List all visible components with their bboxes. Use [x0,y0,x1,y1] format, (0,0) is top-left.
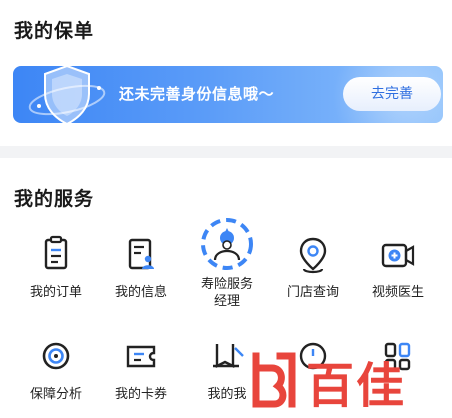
shield-icon [28,66,106,123]
service-label: 我的卡券 [114,387,167,402]
service-manager-avatar [201,218,253,270]
service-label: 寿险服务经理 [200,277,253,309]
baijia-logo: 百佳 [252,352,406,414]
service-label: 门店查询 [286,285,339,300]
personal-info-icon [128,238,154,270]
service-my-info[interactable]: 我的信息 [98,232,184,301]
service-coverage-analysis[interactable]: 保障分析 [13,334,99,403]
service-my-orders[interactable]: 我的订单 [13,232,99,301]
video-doctor-icon [381,243,415,268]
order-icon [44,235,68,270]
location-pin-icon [299,237,327,274]
svg-text:百佳: 百佳 [306,358,406,414]
service-label: 我的信息 [114,285,167,300]
banner-text: 还未完善身份信息哦～ [119,85,275,103]
service-label: 视频医生 [371,285,424,300]
policy-section: 我的保单 还未完善身份信息哦～ 去完善 [0,0,452,146]
service-my-coupons[interactable]: 我的卡券 [98,334,184,403]
service-label: 保障分析 [29,387,82,402]
service-life-insurance-manager[interactable]: 寿险服务经理 [184,216,270,310]
services-title: 我的服务 [14,188,95,210]
service-store-search[interactable]: 门店查询 [270,232,356,301]
target-icon [42,342,70,370]
coupon-icon [126,345,156,368]
identity-banner[interactable]: 还未完善身份信息哦～ 去完善 [13,66,443,123]
service-label: 我的订单 [29,285,82,300]
policy-title: 我的保单 [14,20,95,42]
service-video-doctor[interactable]: 视频医生 [355,232,441,301]
complete-info-button[interactable]: 去完善 [343,77,441,111]
